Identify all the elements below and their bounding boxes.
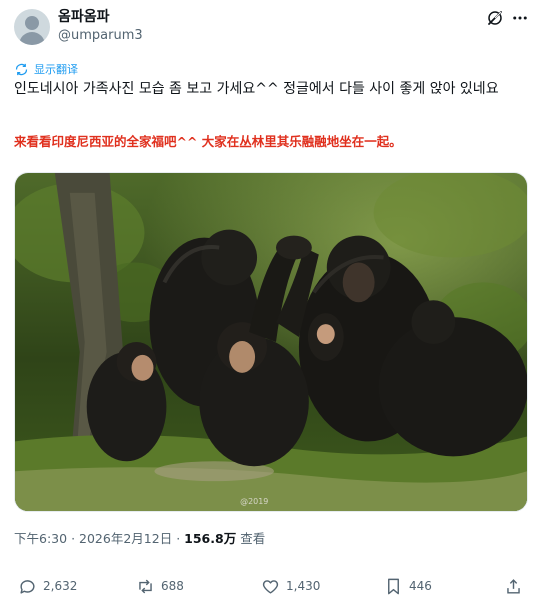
show-translation-link[interactable]: 显示翻译 [14,60,78,78]
post-timestamp: 下午6:30 · 2026年2月12日 · 156.8万 查看 [14,530,265,548]
post-media-image[interactable]: @2019 [14,172,528,512]
repost-button[interactable]: 688 [136,574,184,598]
reply-count: 2,632 [43,579,78,593]
post-text: 인도네시아 가족사진 모습 좀 보고 가세요^^ 정글에서 다들 사이 좋게 앉… [14,81,499,97]
avatar-body-shape [19,32,45,45]
bookmark-button[interactable]: 446 [384,574,432,598]
post-time[interactable]: 下午6:30 [14,531,67,546]
share-icon [507,578,520,594]
avatar[interactable] [14,9,50,45]
translated-caption: 来看看印度尼西亚的全家福吧^^ 大家在丛林里其乐融融地坐在一起。 [14,134,402,149]
views-label: 查看 [240,531,266,546]
repost-count: 688 [161,579,184,593]
show-translation-label: 显示翻译 [34,62,78,76]
bookmark-count: 446 [409,579,432,593]
timestamp-separator: · [71,531,76,546]
like-icon [262,579,279,594]
like-button[interactable]: 1,430 [261,574,320,598]
like-count: 1,430 [286,579,321,593]
author-display-name[interactable]: 옴파옴파 [58,8,110,26]
avatar-head-shape [25,16,39,30]
views-count: 156.8万 [184,531,237,546]
grok-icon[interactable] [486,9,504,27]
translate-icon [15,63,28,75]
author-handle[interactable]: @umparum3 [58,27,143,44]
image-watermark: @2019 [240,497,268,506]
timestamp-separator: · [176,531,181,546]
more-icon[interactable] [511,9,529,27]
post-action-bar: 2,632 688 1,430 446 [14,574,526,598]
share-button[interactable] [504,574,529,598]
bookmark-icon [388,578,399,594]
reply-icon [20,579,35,594]
repost-icon [139,579,152,593]
post-date[interactable]: 2026年2月12日 [79,531,172,546]
chimpanzee-family-photo: @2019 [15,173,527,511]
reply-button[interactable]: 2,632 [18,574,77,598]
